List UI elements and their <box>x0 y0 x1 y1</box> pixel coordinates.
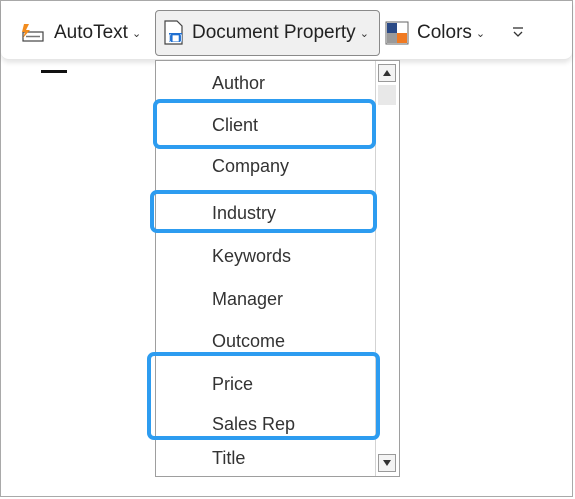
list-item-author[interactable]: Author <box>212 73 265 94</box>
autotext-icon <box>20 22 46 44</box>
arrow-down-icon <box>383 460 391 466</box>
more-options-button[interactable] <box>508 10 528 56</box>
scroll-down-button[interactable] <box>378 454 396 472</box>
document-property-label: Document Property <box>192 22 356 43</box>
scroll-thumb[interactable] <box>378 85 396 105</box>
autotext-button[interactable]: AutoText ⌄ <box>20 10 150 56</box>
chevron-down-icon: ⌄ <box>359 27 369 40</box>
dropdown-scrollbar[interactable] <box>375 61 399 476</box>
colors-label: Colors <box>417 22 472 43</box>
list-item-industry[interactable]: Industry <box>212 203 276 224</box>
autotext-label: AutoText <box>54 22 128 43</box>
colors-button[interactable]: Colors ⌄ <box>385 10 495 56</box>
list-item-sales-rep[interactable]: Sales Rep <box>212 414 295 435</box>
svg-text:[■]: [■] <box>169 34 183 43</box>
text-cursor <box>41 70 67 73</box>
list-item-title[interactable]: Title <box>212 448 245 469</box>
list-item-outcome[interactable]: Outcome <box>212 331 285 352</box>
document-property-button[interactable]: [■] Document Property ⌄ <box>155 10 380 56</box>
list-item-company[interactable]: Company <box>212 156 289 177</box>
document-property-icon: [■] <box>162 20 186 46</box>
list-item-keywords[interactable]: Keywords <box>212 246 291 267</box>
overflow-chevron-icon <box>511 25 525 42</box>
arrow-up-icon <box>383 70 391 76</box>
list-item-client[interactable]: Client <box>212 115 258 136</box>
list-item-manager[interactable]: Manager <box>212 289 283 310</box>
chevron-down-icon: ⌄ <box>475 27 486 40</box>
colors-icon <box>385 21 409 45</box>
toolbar: AutoText ⌄ [■] Document Property ⌄ Color… <box>1 1 572 60</box>
chevron-down-icon: ⌄ <box>131 27 142 40</box>
scroll-up-button[interactable] <box>378 64 396 82</box>
list-item-price[interactable]: Price <box>212 374 253 395</box>
document-property-dropdown: Author Client Company Industry Keywords … <box>155 60 400 477</box>
